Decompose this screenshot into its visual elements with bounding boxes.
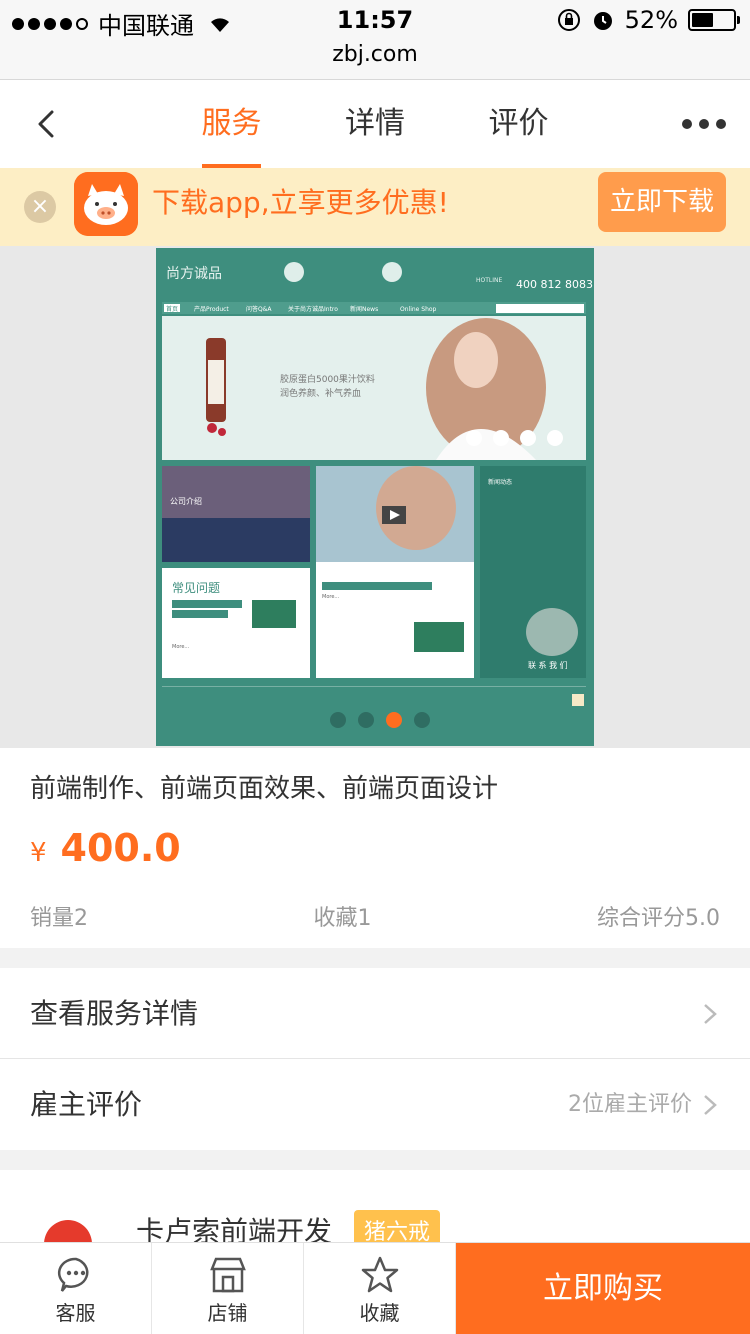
view-service-details-row[interactable]: 查看服务详情 [0,968,750,1059]
close-banner-icon[interactable]: × [24,191,56,223]
service-label: 客服 [55,1301,96,1325]
mockup-contact-label: 联 系 我 们 [528,660,568,670]
tab-detail[interactable]: 详情 [304,80,447,168]
chat-icon [57,1257,89,1292]
customer-service-button[interactable]: 客服 [0,1243,152,1334]
mockup-brand: 尚方诚品 [166,266,222,282]
detail-links: 查看服务详情 雇主评价 2位雇主评价 [0,968,750,1150]
price-currency: ¥ [30,838,47,868]
gallery-indicator [330,712,430,728]
employer-reviews-row[interactable]: 雇主评价 2位雇主评价 [0,1059,750,1150]
mockup-more-1: More... [172,644,190,650]
favorite-button[interactable]: 收藏 [304,1243,456,1334]
website-mockup: 尚方诚品 HOTLINE 400 812 8083 首页 产品Product 问… [156,248,594,746]
mockup-menu-news: 新闻News [350,305,378,313]
mockup-menu-qa: 问答Q&A [246,305,272,313]
product-stats: 销量2 收藏1 综合评分5.0 [30,900,720,932]
mockup-hotline-label: HOTLINE [476,277,503,284]
store-icon [210,1257,246,1293]
chevron-right-icon [704,1004,717,1024]
sales-count: 销量2 [30,906,88,931]
gallery-dot[interactable] [386,712,402,728]
gallery-dot[interactable] [330,712,346,728]
back-arrow-icon[interactable] [28,104,68,144]
star-icon [361,1256,399,1293]
price-value: 400.0 [60,826,181,870]
favorite-label: 收藏 [359,1301,400,1325]
reviews-count: 2位雇主评价 [568,1092,692,1117]
download-app-button[interactable]: 立即下载 [598,172,726,232]
store-card[interactable]: 卡卢索前端开发 猪六戒 [0,1170,750,1250]
mockup-news-label: 新闻动态 [488,478,512,486]
shop-button[interactable]: 店铺 [152,1243,304,1334]
mockup-hero-line2: 润色养颜、补气养血 [280,387,361,399]
tab-review[interactable]: 评价 [447,80,590,168]
app-download-banner: × 下载app,立享更多优惠! 立即下载 [0,168,750,246]
buy-now-button[interactable]: 立即购买 [456,1243,750,1334]
status-icons: 52% [557,6,740,34]
app-logo-icon [74,172,138,236]
mockup-menu-home: 首页 [166,305,178,313]
banner-text: 下载app,立享更多优惠! [152,186,449,219]
gallery-dot[interactable] [358,712,374,728]
product-preview-image: 尚方诚品 HOTLINE 400 812 8083 首页 产品Product 问… [156,248,594,746]
status-bar: 中国联通 11:57 52% zbj.com [0,0,750,80]
mockup-menu-product: 产品Product [194,305,229,313]
mockup-hotline: 400 812 8083 [516,278,593,291]
favorite-count: 收藏1 [313,906,372,931]
tab-service[interactable]: 服务 [160,80,303,168]
shop-label: 店铺 [207,1301,248,1325]
product-info: 前端制作、前端页面效果、前端页面设计 ¥ 400.0 销量2 收藏1 综合评分5… [0,748,750,948]
more-icon[interactable] [682,106,726,142]
row-label: 雇主评价 [30,1088,143,1121]
chevron-right-icon [704,1095,717,1115]
mockup-faq-label: 常见问题 [172,581,220,595]
mockup-company-label: 公司介绍 [170,496,202,506]
alarm-icon [593,12,612,30]
gallery-dot[interactable] [414,712,430,728]
mockup-hero-line1: 胶原蛋白5000果汁饮料 [280,373,375,385]
top-nav: 服务 详情 评价 [0,80,750,168]
mockup-menu-intro: 关于尚方诚品Intro [288,305,338,313]
overall-rating: 综合评分5.0 [597,906,720,931]
row-label: 查看服务详情 [30,997,199,1030]
orientation-lock-icon [557,9,580,31]
bottom-action-bar: 客服 店铺 收藏 立即购买 [0,1242,750,1334]
battery-percent: 52% [624,6,678,34]
mockup-more-2: More... [322,594,340,600]
image-gallery[interactable]: 尚方诚品 HOTLINE 400 812 8083 首页 产品Product 问… [0,246,750,748]
mockup-menu-shop: Online Shop [400,306,437,313]
product-price: ¥ 400.0 [30,826,181,870]
product-title: 前端制作、前端页面效果、前端页面设计 [30,774,499,804]
tab-bar: 服务 详情 评价 [160,80,590,168]
battery-icon [688,9,740,31]
page-url: zbj.com [332,42,418,67]
